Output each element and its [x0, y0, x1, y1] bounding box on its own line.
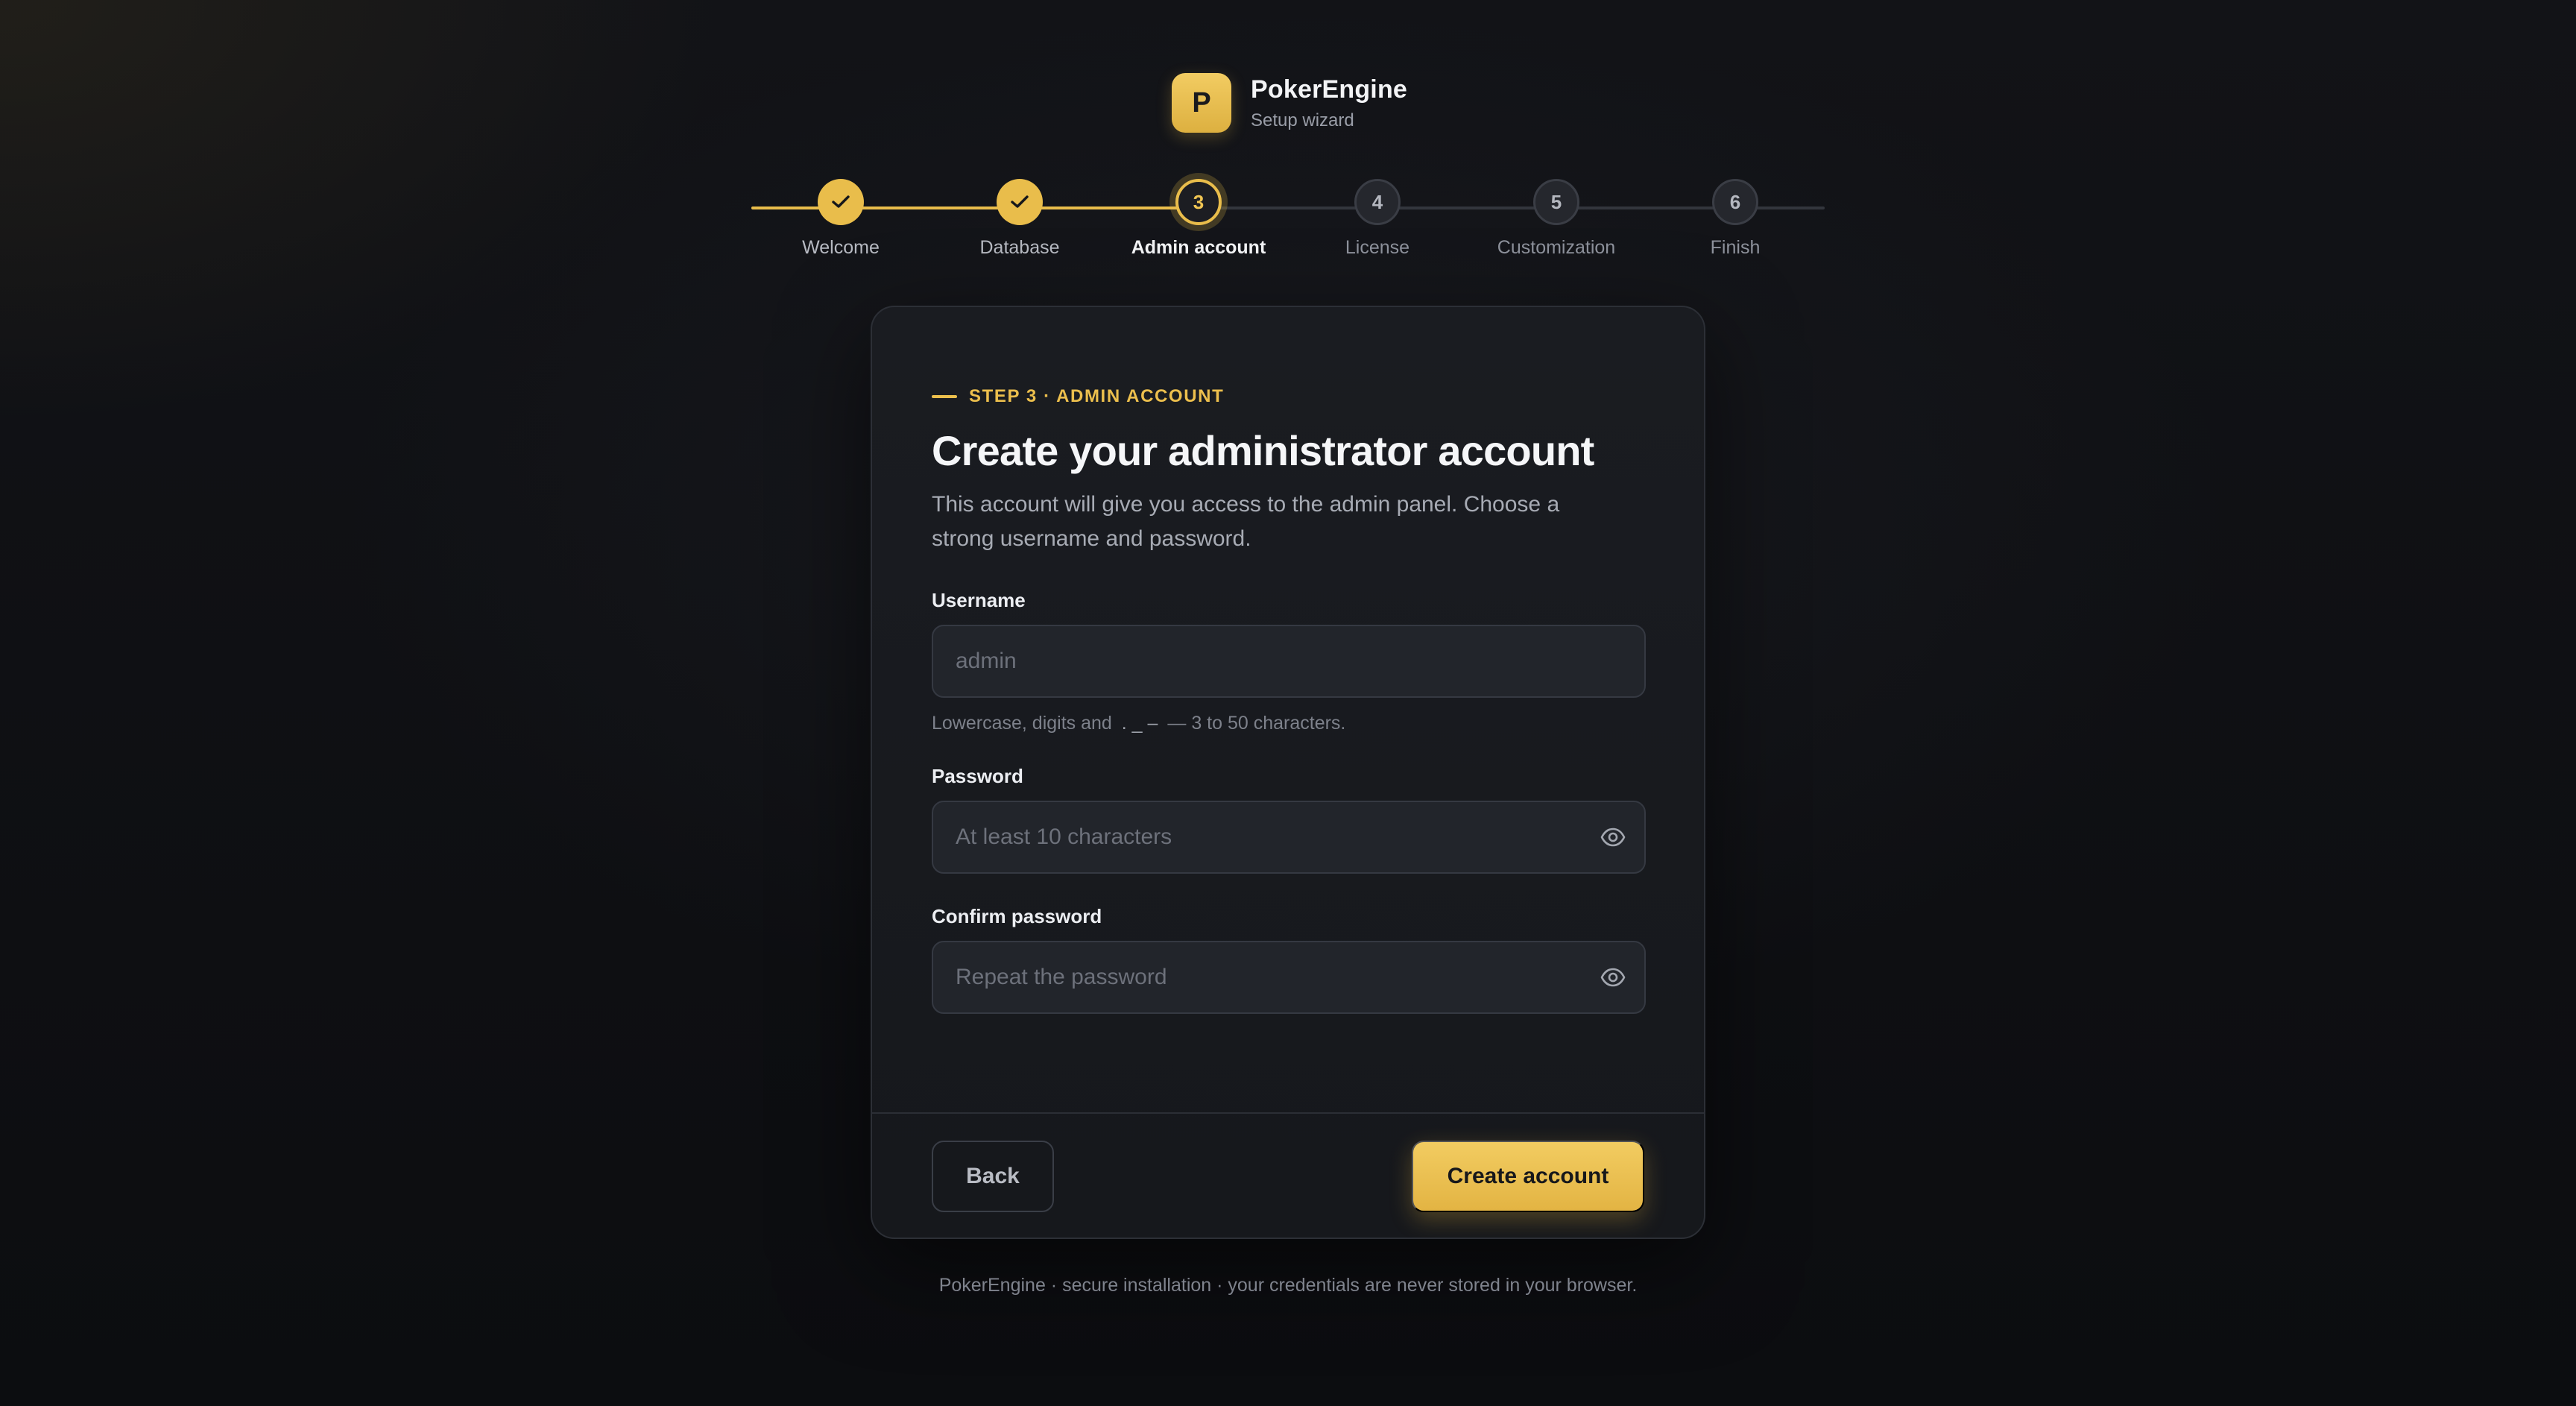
step-4: 4 License: [1288, 179, 1467, 259]
card-divider: [872, 1112, 1704, 1114]
brand-logo: P: [1172, 73, 1231, 133]
hint-suffix: — 3 to 50 characters.: [1167, 713, 1346, 734]
step-label: License: [1345, 237, 1410, 258]
step-number: 6: [1712, 179, 1758, 225]
username-input-wrap: [932, 625, 1646, 698]
password-label: Password: [932, 765, 1023, 787]
step-label: Admin account: [1131, 237, 1266, 258]
username-group: Username Lowercase, digits and . _ – — 3…: [932, 587, 1646, 735]
brand-header: P PokerEngine Setup wizard: [1172, 73, 1407, 133]
eyebrow-line: [932, 395, 957, 398]
step-label: Welcome: [802, 237, 880, 258]
footer-note: PokerEngine · secure installation · your…: [938, 1275, 1638, 1296]
eye-icon[interactable]: [1600, 965, 1626, 989]
check-icon: [997, 179, 1043, 225]
confirm-password-input-wrap: [932, 941, 1646, 1014]
password-group: Password: [932, 763, 1646, 874]
step-label: Finish: [1710, 237, 1761, 258]
brand-subtitle: Setup wizard: [1251, 110, 1354, 130]
step-number: 3: [1175, 179, 1222, 225]
brand-text: PokerEngine Setup wizard: [1251, 75, 1407, 131]
page-description: This account will give you access to the…: [932, 492, 1560, 551]
password-input[interactable]: [932, 801, 1646, 874]
step-label: Database: [979, 237, 1060, 258]
confirm-password-label: Confirm password: [932, 905, 1102, 927]
hint-prefix: Lowercase, digits and: [932, 713, 1112, 734]
username-hint: Lowercase, digits and . _ – — 3 to 50 ch…: [932, 711, 1646, 735]
username-label: Username: [932, 589, 1026, 611]
card-body: STEP 3 · ADMIN ACCOUNT Create your admin…: [932, 385, 1646, 1014]
setup-stepper: Welcome Database 3 Admin account 4 License 5 Cu…: [751, 179, 1825, 276]
step-1: Welcome: [751, 179, 930, 259]
username-input[interactable]: [932, 625, 1646, 698]
step-5: 5 Customization: [1467, 179, 1646, 259]
step-number: 5: [1533, 179, 1579, 225]
hint-allowed-chars: . _ –: [1121, 713, 1158, 734]
step-number: 4: [1354, 179, 1401, 225]
password-input-wrap: [932, 801, 1646, 874]
step-label: Customization: [1497, 237, 1616, 258]
setup-card: STEP 3 · ADMIN ACCOUNT Create your admin…: [871, 306, 1705, 1239]
check-icon: [818, 179, 864, 225]
back-button[interactable]: Back: [932, 1141, 1054, 1212]
confirm-password-group: Confirm password: [932, 904, 1646, 1014]
step-2: Database: [930, 179, 1109, 259]
card-footer: Back Create account: [932, 1141, 1644, 1212]
page-title: Create your administrator account: [932, 427, 1594, 474]
step-eyebrow: STEP 3 · ADMIN ACCOUNT: [932, 385, 1646, 409]
create-account-button[interactable]: Create account: [1412, 1141, 1644, 1212]
brand-name: PokerEngine: [1251, 75, 1408, 104]
confirm-password-input[interactable]: [932, 941, 1646, 1014]
eye-icon[interactable]: [1600, 825, 1626, 849]
eyebrow-text: STEP 3 · ADMIN ACCOUNT: [969, 386, 1225, 406]
step-3: 3 Admin account: [1109, 179, 1288, 259]
step-6: 6 Finish: [1646, 179, 1825, 259]
